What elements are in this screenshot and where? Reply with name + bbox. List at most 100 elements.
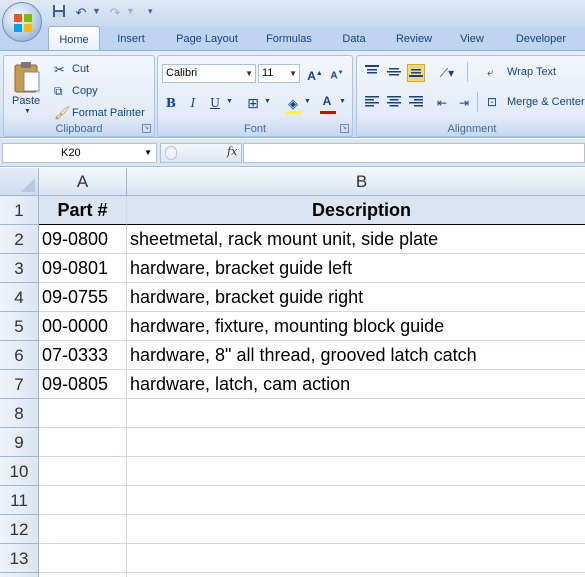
cell-part-number[interactable] [39, 399, 127, 428]
cell-description[interactable]: hardware, 8" all thread, grooved latch c… [127, 341, 585, 370]
cell-part-number[interactable]: 09-0755 [39, 283, 127, 312]
header-cell-description[interactable]: Description [127, 196, 585, 225]
row-header[interactable]: 3 [0, 254, 39, 283]
font-color-dropdown-icon[interactable]: ▼ [339, 98, 346, 105]
cell-part-number[interactable] [39, 515, 127, 544]
fill-color-dropdown-icon[interactable]: ▼ [304, 98, 311, 105]
underline-dropdown-icon[interactable]: ▼ [226, 98, 233, 105]
cell-part-number[interactable]: 00-0000 [39, 312, 127, 341]
format-painter-button[interactable]: 🖌 Format Painter [54, 105, 154, 122]
decrease-indent-icon[interactable]: ⇤ [433, 94, 451, 112]
cell-part-number[interactable]: 09-0801 [39, 254, 127, 283]
tab-developer[interactable]: Developer [506, 26, 576, 50]
font-name-value: Calibri [166, 67, 198, 79]
cell-part-number[interactable] [39, 544, 127, 573]
underline-button[interactable]: U [206, 94, 224, 112]
tab-view[interactable]: View [450, 26, 494, 50]
cell-description[interactable] [127, 573, 585, 577]
align-top-icon[interactable] [363, 64, 381, 82]
row-header[interactable]: 9 [0, 428, 39, 457]
cell-description[interactable]: hardware, bracket guide right [127, 283, 585, 312]
italic-button[interactable]: I [184, 94, 202, 112]
header-cell-part[interactable]: Part # [39, 196, 127, 225]
copy-button[interactable]: ⧉ Copy [54, 84, 144, 100]
redo-dropdown-icon[interactable]: ▼ [126, 6, 135, 16]
tab-page-layout[interactable]: Page Layout [166, 26, 248, 50]
orientation-icon[interactable]: ⟋▾ [433, 64, 461, 82]
row-header[interactable]: 7 [0, 370, 39, 399]
align-middle-icon[interactable] [385, 64, 403, 82]
align-center-icon[interactable] [385, 94, 403, 112]
cell-description[interactable] [127, 515, 585, 544]
row-header[interactable]: 13 [0, 544, 39, 573]
font-launcher-icon[interactable]: ↘ [340, 124, 349, 133]
cell-description[interactable]: sheetmetal, rack mount unit, side plate [127, 225, 585, 254]
insert-function-icon[interactable]: fx [227, 145, 237, 158]
merge-center-button[interactable]: ⊡ Merge & Center [487, 95, 585, 112]
column-header-a[interactable]: A [39, 168, 127, 196]
paste-button[interactable]: Paste ▼ [10, 58, 44, 115]
copy-icon: ⧉ [54, 84, 63, 98]
undo-icon[interactable]: ↶ [72, 4, 90, 22]
chevron-down-icon[interactable]: ▼ [144, 144, 152, 162]
align-left-icon[interactable] [363, 94, 381, 112]
tab-review[interactable]: Review [386, 26, 442, 50]
select-all-button[interactable] [0, 168, 39, 196]
row-header[interactable]: 6 [0, 341, 39, 370]
row-header[interactable]: 5 [0, 312, 39, 341]
cell-description[interactable]: hardware, bracket guide left [127, 254, 585, 283]
undo-dropdown-icon[interactable]: ▼ [92, 6, 101, 16]
column-header-b[interactable]: B [127, 168, 585, 196]
row-header[interactable]: 14 [0, 573, 39, 577]
tab-formulas[interactable]: Formulas [256, 26, 322, 50]
cell-part-number[interactable] [39, 457, 127, 486]
formula-input[interactable] [243, 143, 585, 163]
cell-description[interactable] [127, 457, 585, 486]
row-header[interactable]: 2 [0, 225, 39, 254]
borders-icon[interactable]: ⊞ [244, 94, 262, 112]
office-button[interactable] [2, 2, 42, 42]
save-icon[interactable] [50, 4, 68, 22]
cell-description[interactable]: hardware, latch, cam action [127, 370, 585, 399]
row-header[interactable]: 1 [0, 196, 39, 225]
row-header[interactable]: 12 [0, 515, 39, 544]
clipboard-launcher-icon[interactable]: ↘ [142, 124, 151, 133]
row-header[interactable]: 4 [0, 283, 39, 312]
fill-color-icon[interactable]: ◈ [284, 94, 302, 112]
grow-font-icon[interactable]: A▲ [306, 64, 324, 83]
cell-part-number[interactable]: 09-0805 [39, 370, 127, 399]
cell-part-number[interactable] [39, 486, 127, 515]
align-bottom-icon[interactable] [407, 64, 425, 82]
increase-indent-icon[interactable]: ⇥ [455, 94, 473, 112]
cell-part-number[interactable]: 09-0800 [39, 225, 127, 254]
cell-part-number[interactable]: 07-0333 [39, 341, 127, 370]
tab-insert[interactable]: Insert [107, 26, 155, 50]
cell-part-number[interactable] [39, 428, 127, 457]
row-header[interactable]: 11 [0, 486, 39, 515]
cell-description[interactable]: hardware, fixture, mounting block guide [127, 312, 585, 341]
wrap-text-label: Wrap Text [507, 66, 557, 78]
tab-data[interactable]: Data [332, 26, 376, 50]
cell-description[interactable] [127, 428, 585, 457]
cell-part-number[interactable] [39, 573, 127, 577]
align-right-icon[interactable] [407, 94, 425, 112]
cell-description[interactable] [127, 544, 585, 573]
name-box[interactable]: K20 ▼ [2, 143, 157, 163]
font-size-select[interactable]: 11 ▼ [258, 64, 300, 83]
expand-formula-icon[interactable] [165, 146, 177, 160]
bold-button[interactable]: B [162, 94, 180, 112]
cell-description[interactable] [127, 486, 585, 515]
cell-description[interactable] [127, 399, 585, 428]
font-color-icon[interactable]: A [318, 92, 336, 110]
redo-icon[interactable]: ↷ [106, 4, 124, 22]
tab-home[interactable]: Home [48, 26, 100, 51]
row-header[interactable]: 10 [0, 457, 39, 486]
cut-button[interactable]: ✂ Cut [54, 62, 144, 78]
chevron-down-icon: ▼ [289, 69, 297, 78]
row-header[interactable]: 8 [0, 399, 39, 428]
wrap-text-button[interactable]: ⤶ Wrap Text [487, 65, 585, 82]
borders-dropdown-icon[interactable]: ▼ [264, 98, 271, 105]
font-name-select[interactable]: Calibri ▼ [162, 64, 256, 83]
shrink-font-icon[interactable]: A▼ [328, 64, 346, 82]
customize-qat-icon[interactable]: ▾ [148, 6, 153, 17]
